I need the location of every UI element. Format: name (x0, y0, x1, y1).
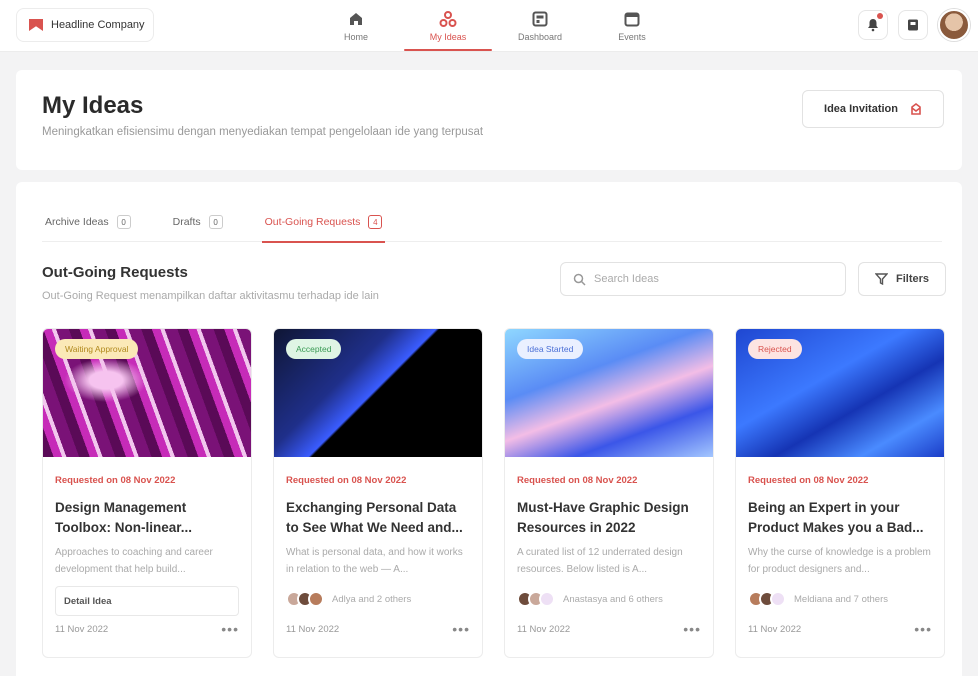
filter-icon (874, 273, 888, 285)
collaborators: Adlya and 2 others (286, 588, 470, 610)
collaborators: Meldiana and 7 others (748, 588, 932, 610)
collaborators-text: Anastasya and 6 others (563, 593, 663, 605)
tab-archive-ideas[interactable]: Archive Ideas 0 (42, 202, 134, 242)
idea-description: A curated list of 12 underrated design r… (517, 547, 683, 575)
status-badge: Rejected (748, 339, 802, 359)
idea-cover-image: Idea Started (505, 329, 713, 457)
page-title: My Ideas (42, 92, 144, 119)
tab-archive-ideas-count: 0 (116, 215, 131, 229)
collaborator-avatars (517, 591, 555, 607)
search-icon (573, 273, 586, 286)
tab-out-going-requests-count: 4 (368, 215, 383, 229)
avatar (539, 591, 555, 607)
collaborators-text: Meldiana and 7 others (794, 593, 889, 605)
avatar (308, 591, 324, 607)
more-options-icon[interactable]: ••• (914, 621, 932, 637)
idea-description: What is personal data, and how it works … (286, 547, 463, 575)
dashboard-icon (532, 11, 548, 27)
section-subtitle: Out-Going Request menampilkan daftar akt… (42, 290, 379, 302)
search-box[interactable] (560, 262, 846, 296)
notification-dot (877, 13, 883, 19)
tab-drafts-label: Drafts (172, 216, 201, 228)
idea-date: 11 Nov 2022 (286, 623, 340, 635)
tab-drafts-count: 0 (208, 215, 223, 229)
nav-home-label: Home (343, 32, 368, 42)
nav-dashboard[interactable]: Dashboard (494, 0, 586, 52)
collaborator-avatars (748, 591, 786, 607)
idea-cover-image: Waiting Approval (43, 329, 251, 457)
home-icon (350, 13, 362, 25)
calendar-icon (624, 12, 640, 27)
nav-my-ideas-label: My Ideas (429, 32, 467, 42)
idea-cover-image: Rejected (736, 329, 944, 457)
tab-out-going-requests-label: Out-Going Requests (264, 216, 361, 228)
nav-events-label: Events (618, 32, 646, 42)
detail-idea-button[interactable]: Detail Idea (55, 586, 239, 616)
idea-invitation-label: Idea Invitation (824, 103, 898, 115)
company-name: Headline Company (51, 19, 145, 31)
company-logo-icon (29, 19, 43, 31)
page-header: My Ideas Meningkatkan efisiensimu dengan… (16, 70, 962, 170)
idea-card-list: Waiting Approval Requested on 08 Nov 202… (42, 328, 945, 658)
main-content: Archive Ideas 0 Drafts 0 Out-Going Reque… (16, 182, 962, 676)
requested-date: Requested on 08 Nov 2022 (55, 475, 176, 486)
detail-idea-label: Detail Idea (64, 595, 112, 607)
idea-card[interactable]: Waiting Approval Requested on 08 Nov 202… (42, 328, 252, 658)
top-navigation-bar: Headline Company Home My Ideas Dashboard… (0, 0, 978, 52)
idea-title[interactable]: Exchanging Personal Data to See What We … (286, 498, 470, 538)
idea-card[interactable]: Idea Started Requested on 08 Nov 2022 Mu… (504, 328, 714, 658)
search-input[interactable] (594, 273, 824, 285)
idea-title[interactable]: Being an Expert in your Product Makes yo… (748, 498, 932, 538)
nav-my-ideas[interactable]: My Ideas (402, 0, 494, 52)
idea-cover-image: Accepted (274, 329, 482, 457)
collaborators: Anastasya and 6 others (517, 588, 701, 610)
idea-title[interactable]: Design Management Toolbox: Non-linear... (55, 498, 239, 538)
invitation-icon (911, 103, 921, 115)
more-options-icon[interactable]: ••• (683, 621, 701, 637)
filters-button[interactable]: Filters (858, 262, 946, 296)
notification-icon (868, 19, 878, 32)
avatar (770, 591, 786, 607)
idea-description: Why the curse of knowledge is a problem … (748, 547, 931, 575)
notification-button[interactable] (858, 10, 888, 40)
collaborator-avatars (286, 591, 324, 607)
nav-home[interactable]: Home (310, 0, 402, 52)
ideas-tabs: Archive Ideas 0 Drafts 0 Out-Going Reque… (42, 202, 942, 243)
status-badge: Idea Started (517, 339, 584, 359)
idea-date: 11 Nov 2022 (55, 623, 109, 635)
bookmark-icon (908, 19, 918, 31)
idea-invitation-button[interactable]: Idea Invitation (802, 90, 944, 128)
more-options-icon[interactable]: ••• (221, 621, 239, 637)
ideas-icon (439, 11, 457, 27)
profile-avatar[interactable] (938, 9, 970, 41)
tab-archive-ideas-label: Archive Ideas (45, 216, 109, 228)
requested-date: Requested on 08 Nov 2022 (286, 475, 407, 486)
requested-date: Requested on 08 Nov 2022 (517, 475, 638, 486)
status-badge: Accepted (286, 339, 342, 359)
page-subtitle: Meningkatkan efisiensimu dengan menyedia… (42, 126, 484, 138)
top-actions (858, 9, 970, 41)
idea-date: 11 Nov 2022 (517, 623, 571, 635)
requested-date: Requested on 08 Nov 2022 (748, 475, 869, 486)
nav-events[interactable]: Events (586, 0, 678, 52)
company-switcher[interactable]: Headline Company (16, 8, 154, 42)
idea-card[interactable]: Rejected Requested on 08 Nov 2022 Being … (735, 328, 945, 658)
more-options-icon[interactable]: ••• (452, 621, 470, 637)
saved-button[interactable] (898, 10, 928, 40)
status-badge: Waiting Approval (55, 339, 139, 359)
idea-description: Approaches to coaching and career develo… (55, 547, 213, 575)
collaborators-text: Adlya and 2 others (332, 593, 412, 605)
tab-drafts[interactable]: Drafts 0 (170, 202, 226, 242)
section-title: Out-Going Requests (42, 264, 188, 281)
idea-date: 11 Nov 2022 (748, 623, 802, 635)
tab-out-going-requests[interactable]: Out-Going Requests 4 (261, 202, 386, 243)
main-nav: Home My Ideas Dashboard Events (310, 0, 678, 52)
filters-label: Filters (895, 273, 929, 285)
nav-dashboard-label: Dashboard (517, 32, 563, 42)
idea-card[interactable]: Accepted Requested on 08 Nov 2022 Exchan… (273, 328, 483, 658)
idea-title[interactable]: Must-Have Graphic Design Resources in 20… (517, 498, 701, 538)
